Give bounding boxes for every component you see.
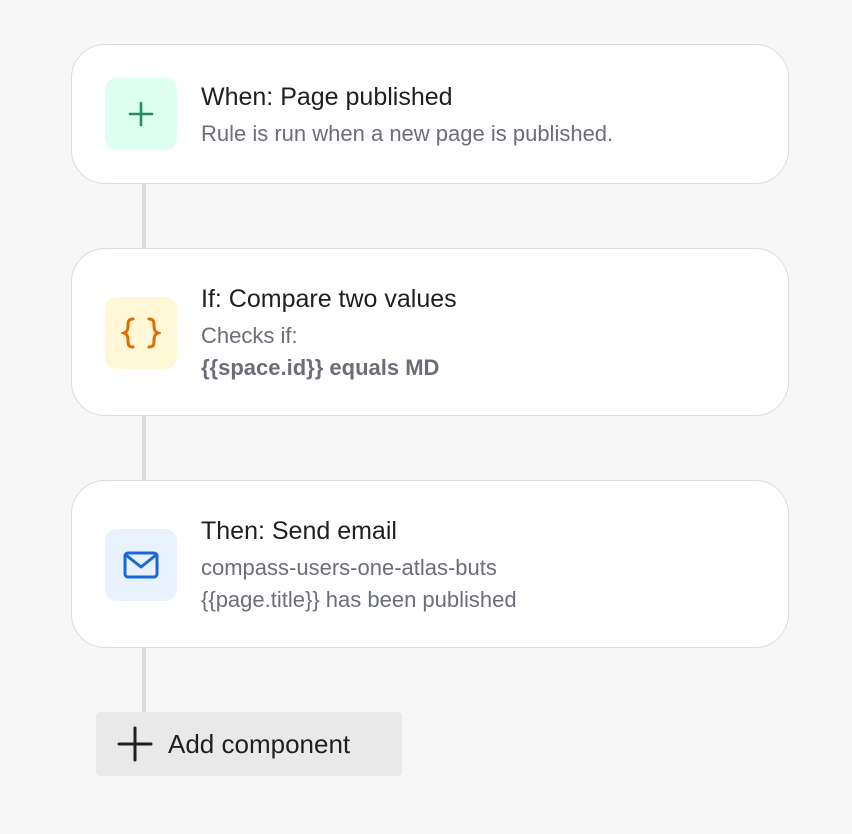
- trigger-icon-box: [105, 78, 177, 150]
- plus-icon: [116, 725, 154, 763]
- connector-line: [142, 414, 146, 482]
- trigger-title: When: Page published: [201, 83, 453, 111]
- action-card-send-email[interactable]: Then: Send email compass-users-one-atlas…: [71, 480, 789, 648]
- action-title: Then: Send email: [201, 517, 397, 545]
- action-icon-box: [105, 529, 177, 601]
- plus-icon: [128, 101, 154, 127]
- action-subject: {{page.title}} has been published: [201, 587, 517, 612]
- envelope-icon: [123, 551, 159, 579]
- condition-title: If: Compare two values: [201, 285, 457, 313]
- trigger-card-page-published[interactable]: When: Page published Rule is run when a …: [71, 44, 789, 184]
- connector-line: [142, 182, 146, 250]
- add-component-button[interactable]: Add component: [96, 712, 402, 776]
- condition-card-compare-values[interactable]: If: Compare two values Checks if: {{spac…: [71, 248, 789, 416]
- trigger-description: Rule is run when a new page is published…: [201, 121, 614, 146]
- action-recipient: compass-users-one-atlas-buts: [201, 555, 497, 580]
- condition-description: Checks if:: [201, 323, 298, 348]
- add-component-label: Add component: [168, 728, 351, 759]
- condition-expression: {{space.id}} equals MD: [201, 355, 440, 380]
- connector-line: [142, 646, 146, 714]
- condition-icon-box: [105, 297, 177, 369]
- curly-braces-icon: [121, 317, 161, 349]
